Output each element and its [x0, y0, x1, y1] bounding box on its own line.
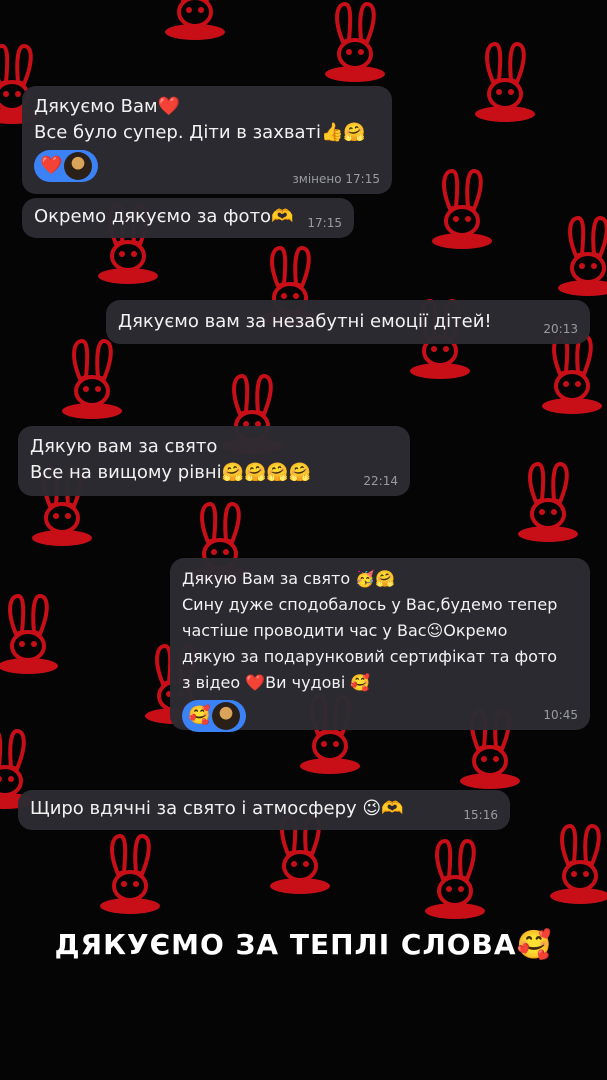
message-text: Дякую Вам за свято 🥳🤗	[182, 569, 396, 588]
message-text: Щиро вдячні за свято і атмосферу 😉🫶	[30, 798, 404, 819]
reaction-emoji: 🥰	[188, 705, 211, 726]
message-bubble[interactable]: Дякуємо Вам❤️ Все було супер. Діти в зах…	[22, 86, 392, 194]
message-text: Дякуємо вам за незабутні емоції дітей!	[118, 311, 492, 332]
message-bubble[interactable]: Окремо дякуємо за фото🫶 17:15	[22, 198, 354, 238]
reaction-badge[interactable]: ❤️	[34, 150, 99, 182]
message-text: Окремо дякуємо за фото🫶	[34, 206, 294, 227]
message-bubble[interactable]: Дякуємо вам за незабутні емоції дітей! 2…	[106, 300, 590, 344]
message-time: 15:16	[463, 808, 498, 822]
message-text: частіше проводити час у Вас😉Окремо	[182, 621, 508, 640]
message-text: Сину дуже сподобалось у Вас,будемо тепер	[182, 595, 558, 614]
message-bubble[interactable]: Дякую Вам за свято 🥳🤗 Сину дуже сподобал…	[170, 558, 590, 732]
message-text: Все на вищому рівні🤗🤗🤗🤗	[30, 462, 312, 483]
message-text: Дякуємо Вам❤️	[34, 96, 180, 117]
reaction-badge[interactable]: 🥰	[182, 700, 247, 732]
message-time: змінено 17:15	[292, 172, 380, 186]
avatar-icon	[212, 702, 241, 730]
message-text: Дякую вам за свято	[30, 436, 218, 457]
message-bubble[interactable]: Дякую вам за свято Все на вищому рівні🤗🤗…	[18, 426, 410, 496]
message-text: Все було супер. Діти в захваті👍🤗	[34, 122, 366, 143]
message-time: 10:45	[543, 708, 578, 722]
message-text: дякую за подарунковий сертифікат та фото	[182, 647, 558, 666]
message-time: 17:15	[307, 216, 342, 230]
message-bubble[interactable]: Щиро вдячні за свято і атмосферу 😉🫶 15:1…	[18, 790, 510, 830]
message-text: з відео ❤️Ви чудові 🥰	[182, 673, 371, 692]
reaction-emoji: ❤️	[40, 155, 63, 176]
message-time: 22:14	[363, 474, 398, 488]
avatar-icon	[64, 152, 93, 180]
story-caption: ДЯКУЄМО ЗА ТЕПЛІ СЛОВА🥰	[54, 928, 553, 961]
message-time: 20:13	[543, 322, 578, 336]
